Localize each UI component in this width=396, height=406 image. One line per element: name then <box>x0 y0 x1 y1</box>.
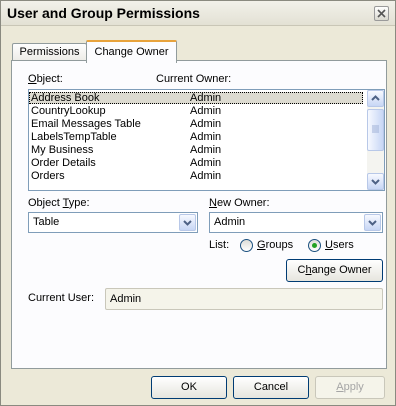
current-user-field: Admin <box>105 288 383 310</box>
groups-radio-label[interactable]: Groups <box>257 239 293 251</box>
dialog-window: User and Group Permissions Permissions C… <box>0 0 396 406</box>
tab-permissions-label: Permissions <box>19 46 80 58</box>
list-item[interactable]: CountryLookup Admin <box>29 105 363 117</box>
scroll-down-arrow-icon <box>371 179 380 185</box>
object-name: Orders <box>31 170 65 182</box>
scroll-up-button[interactable] <box>367 90 384 107</box>
window-title: User and Group Permissions <box>7 5 200 21</box>
object-list-scrollbar[interactable] <box>367 90 384 190</box>
object-type-label: Object Type: <box>28 197 90 209</box>
tab-change-owner-label: Change Owner <box>94 46 169 58</box>
new-owner-mnemonic: N <box>209 197 217 209</box>
current-user-label: Current User: <box>28 292 95 304</box>
users-radio[interactable] <box>308 239 321 252</box>
object-name: CountryLookup <box>31 105 106 117</box>
scroll-down-button[interactable] <box>367 173 384 190</box>
list-item[interactable]: Orders Admin <box>29 170 363 182</box>
current-owner-column-header: Current Owner: <box>156 73 232 85</box>
new-owner-label-rest: ew Owner: <box>216 197 270 209</box>
list-item[interactable]: Order Details Admin <box>29 157 363 169</box>
new-owner-select[interactable]: Admin <box>209 212 383 233</box>
object-owner: Admin <box>190 92 222 104</box>
groups-radio[interactable] <box>240 239 253 252</box>
apply-button[interactable]: Apply <box>315 376 385 399</box>
object-type-label-pre: Object <box>28 197 63 209</box>
object-type-value: Table <box>33 216 60 228</box>
list-item[interactable]: Address Book Admin <box>29 92 363 104</box>
title-bar: User and Group Permissions <box>1 1 395 26</box>
groups-rest: roups <box>265 239 294 251</box>
object-column-header: Object: <box>28 73 63 85</box>
dropdown-arrow-icon <box>183 220 192 226</box>
object-type-label-post: ype: <box>68 197 90 209</box>
object-header-mnemonic: O <box>28 73 37 85</box>
tab-change-owner[interactable]: Change Owner <box>86 40 177 63</box>
tab-permissions[interactable]: Permissions <box>12 43 87 61</box>
list-item[interactable]: LabelsTempTable Admin <box>29 131 363 143</box>
groups-mnemonic: G <box>257 239 266 251</box>
object-owner: Admin <box>190 118 222 130</box>
users-radio-label[interactable]: Users <box>325 239 354 251</box>
current-user-value: Admin <box>110 293 142 305</box>
change-owner-button[interactable]: Change Owner <box>286 259 383 282</box>
object-owner: Admin <box>190 170 222 182</box>
object-list[interactable]: Address Book Admin CountryLookup Admin E… <box>28 89 385 191</box>
object-type-dropdown-button[interactable] <box>179 214 196 231</box>
object-owner: Admin <box>190 105 222 117</box>
new-owner-value: Admin <box>214 216 246 228</box>
grip-icon <box>372 125 379 133</box>
change-owner-post: ange Owner <box>311 264 372 276</box>
new-owner-dropdown-button[interactable] <box>364 214 381 231</box>
object-name: Email Messages Table <box>31 118 141 130</box>
apply-rest: pply <box>343 381 364 393</box>
close-icon <box>377 9 386 18</box>
list-item[interactable]: Email Messages Table Admin <box>29 118 363 130</box>
object-name: My Business <box>31 144 94 156</box>
ok-button[interactable]: OK <box>151 376 227 399</box>
scroll-up-arrow-icon <box>371 95 380 101</box>
object-header-rest: bject: <box>36 73 63 85</box>
new-owner-label: New Owner: <box>209 197 270 209</box>
object-type-select[interactable]: Table <box>28 212 198 233</box>
dropdown-arrow-icon <box>368 220 377 226</box>
object-name: Order Details <box>31 157 96 169</box>
cancel-button[interactable]: Cancel <box>233 376 309 399</box>
list-filter-label: List: <box>209 239 230 251</box>
users-mnemonic: U <box>325 239 333 251</box>
close-button[interactable] <box>374 6 389 21</box>
object-owner: Admin <box>190 144 222 156</box>
object-owner: Admin <box>190 131 222 143</box>
object-owner: Admin <box>190 157 222 169</box>
list-item[interactable]: My Business Admin <box>29 144 363 156</box>
scroll-thumb[interactable] <box>367 109 384 151</box>
apply-mnemonic: A <box>336 381 344 393</box>
users-rest: sers <box>332 239 354 251</box>
object-name: Address Book <box>31 92 100 104</box>
object-name: LabelsTempTable <box>31 131 117 143</box>
